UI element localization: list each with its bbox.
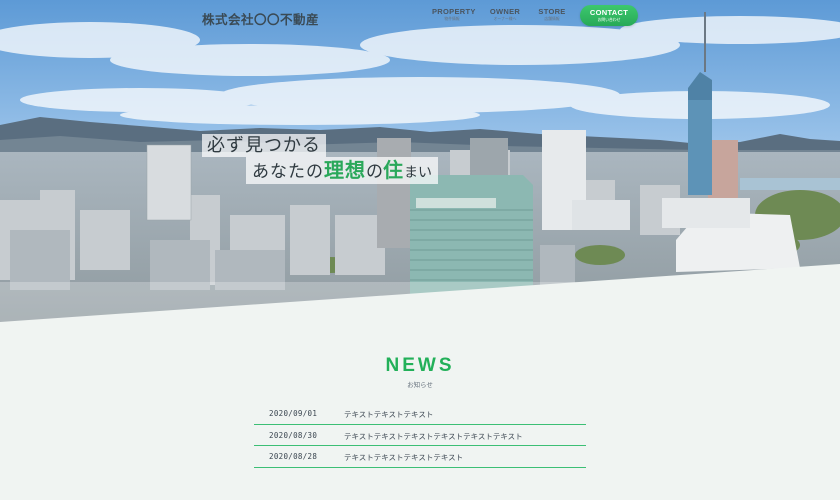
news-item[interactable]: 2020/08/28 テキストテキストテキストテキスト bbox=[254, 446, 586, 468]
nav-item-sublabel: オーナー様へ bbox=[493, 16, 517, 21]
news-text[interactable]: テキストテキストテキストテキストテキストテキスト bbox=[344, 431, 523, 442]
nav-item-store[interactable]: STORE 店舗情報 bbox=[538, 7, 566, 22]
hero-catch-line1: 必ず見つかる bbox=[202, 134, 326, 157]
news-subtitle: お知らせ bbox=[407, 381, 433, 389]
hero-catch-line2: あなたの理想の住まい bbox=[246, 157, 438, 184]
contact-button-sublabel: お問い合わせ bbox=[597, 17, 621, 22]
news-title: NEWS bbox=[385, 355, 455, 376]
news-item[interactable]: 2020/08/30 テキストテキストテキストテキストテキストテキスト bbox=[254, 425, 586, 446]
catch-highlight: 住 bbox=[383, 158, 404, 182]
news-list: 2020/09/01 テキストテキストテキスト 2020/08/30 テキストテ… bbox=[254, 403, 586, 468]
nav-item-property[interactable]: PROPERTY 物件情報 bbox=[432, 7, 476, 22]
news-date: 2020/08/30 bbox=[269, 430, 318, 440]
catch-highlight: 理想 bbox=[324, 158, 366, 182]
catch-text: あなたの bbox=[252, 162, 324, 182]
nav-item-label: OWNER bbox=[489, 7, 521, 16]
nav-item-owner[interactable]: OWNER オーナー様へ bbox=[489, 7, 521, 22]
nav-item-label: PROPERTY bbox=[432, 7, 476, 16]
nav-item-label: STORE bbox=[538, 7, 566, 16]
contact-button[interactable]: CONTACT お問い合わせ bbox=[580, 5, 638, 26]
catch-text: まい bbox=[404, 165, 432, 181]
site-logo[interactable]: 株式会社〇〇不動産 bbox=[202, 9, 319, 28]
nav-item-sublabel: 物件情報 bbox=[444, 16, 460, 21]
news-date: 2020/08/28 bbox=[269, 452, 318, 461]
news-item[interactable]: 2020/09/01 テキストテキストテキスト bbox=[254, 403, 586, 425]
nav-item-sublabel: 店舗情報 bbox=[544, 16, 560, 21]
news-date: 2020/09/01 bbox=[269, 409, 318, 418]
news-text[interactable]: テキストテキストテキストテキスト bbox=[344, 452, 463, 463]
catch-text: の bbox=[366, 162, 383, 182]
contact-button-label: CONTACT bbox=[589, 8, 629, 17]
hero-section: 株式会社〇〇不動産 PROPERTY 物件情報 OWNER オーナー様へ STO… bbox=[0, 0, 840, 330]
news-text[interactable]: テキストテキストテキスト bbox=[344, 409, 433, 420]
